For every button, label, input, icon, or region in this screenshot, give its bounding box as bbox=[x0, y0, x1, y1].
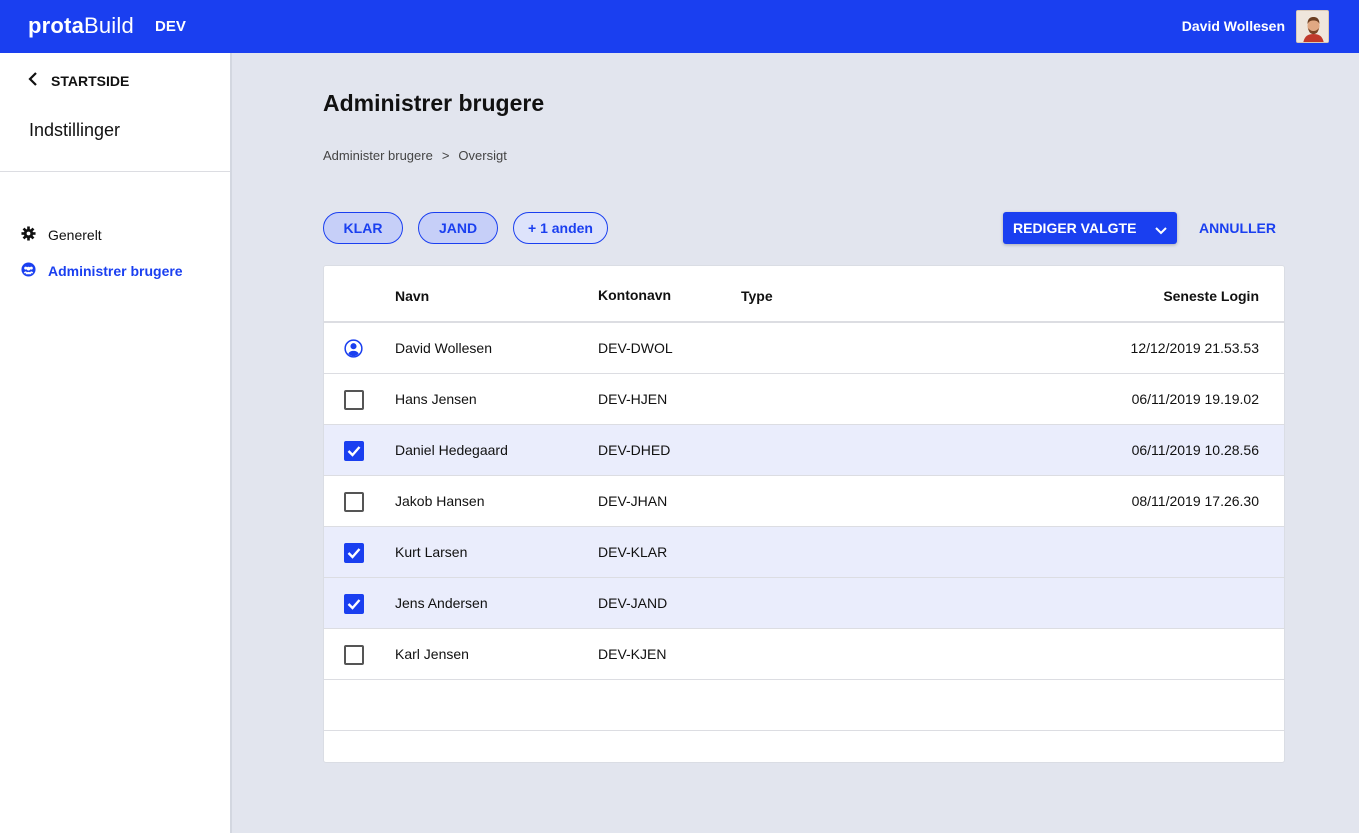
cell-account: DEV-DHED bbox=[598, 442, 671, 458]
table-row[interactable]: Kurt Larsen DEV-KLAR bbox=[324, 527, 1284, 578]
cell-account: DEV-HJEN bbox=[598, 391, 668, 407]
back-label: STARTSIDE bbox=[51, 72, 130, 89]
back-to-startside-link[interactable]: STARTSIDE bbox=[28, 72, 129, 89]
empty-table-row bbox=[324, 731, 1284, 762]
table-row[interactable]: Hans Jensen DEV-HJEN 06/11/2019 19.19.02 bbox=[324, 374, 1284, 425]
sidebar-item-generelt[interactable]: Generelt bbox=[21, 226, 102, 244]
cell-account: DEV-KLAR bbox=[598, 544, 668, 560]
breadcrumb-item-oversigt: Oversigt bbox=[458, 148, 507, 163]
sidebar-title: Indstillinger bbox=[29, 120, 121, 140]
edit-selected-label: REDIGER VALGTE bbox=[1013, 220, 1137, 236]
cancel-button[interactable]: ANNULLER bbox=[1199, 220, 1276, 236]
column-header-seneste-login[interactable]: Seneste Login bbox=[1163, 288, 1259, 304]
checkmark-icon bbox=[347, 599, 361, 610]
cell-last-login: 06/11/2019 19.19.02 bbox=[1131, 391, 1259, 407]
sidebar-divider bbox=[0, 171, 230, 172]
logo-bold-text: prota bbox=[28, 13, 84, 38]
chevron-down-icon bbox=[1155, 222, 1167, 238]
cell-last-login: 08/11/2019 17.26.30 bbox=[1131, 493, 1259, 509]
cell-name: Hans Jensen bbox=[395, 391, 477, 407]
table-header: Navn Kontonavn Type Seneste Login bbox=[324, 266, 1284, 323]
row-checkbox[interactable] bbox=[344, 441, 364, 461]
cell-name: Jens Andersen bbox=[395, 595, 488, 611]
sidebar: STARTSIDE Indstillinger Generelt Adminis… bbox=[0, 53, 232, 833]
edit-selected-button[interactable]: REDIGER VALGTE bbox=[1003, 212, 1177, 244]
filter-chip-jand[interactable]: JAND bbox=[418, 212, 498, 244]
cell-name: Karl Jensen bbox=[395, 646, 469, 662]
table-row[interactable]: Jakob Hansen DEV-JHAN 08/11/2019 17.26.3… bbox=[324, 476, 1284, 527]
user-name[interactable]: David Wollesen bbox=[1182, 18, 1285, 34]
row-checkbox[interactable] bbox=[344, 543, 364, 563]
row-checkbox[interactable] bbox=[344, 645, 364, 665]
filter-chip-more[interactable]: + 1 anden bbox=[513, 212, 608, 244]
checkmark-icon bbox=[347, 548, 361, 559]
cell-name: David Wollesen bbox=[395, 340, 493, 356]
filter-chip-klar[interactable]: KLAR bbox=[323, 212, 403, 244]
sidebar-item-label: Administrer brugere bbox=[48, 263, 183, 279]
avatar[interactable] bbox=[1296, 10, 1329, 43]
current-user-icon bbox=[344, 339, 363, 363]
sidebar-item-administrer-brugere[interactable]: Administrer brugere bbox=[21, 262, 183, 280]
cell-name: Kurt Larsen bbox=[395, 544, 468, 560]
row-checkbox[interactable] bbox=[344, 492, 364, 512]
breadcrumb: Administer brugere > Oversigt bbox=[323, 148, 507, 163]
chevron-left-icon bbox=[28, 72, 38, 89]
users-table: Navn Kontonavn Type Seneste Login David … bbox=[323, 265, 1285, 763]
environment-label: DEV bbox=[155, 18, 186, 35]
cell-account: DEV-JAND bbox=[598, 595, 668, 611]
row-checkbox[interactable] bbox=[344, 594, 364, 614]
sidebar-item-label: Generelt bbox=[48, 227, 102, 243]
cell-name: Daniel Hedegaard bbox=[395, 442, 508, 458]
table-row[interactable]: David Wollesen DEV-DWOL 12/12/2019 21.53… bbox=[324, 323, 1284, 374]
cell-last-login: 12/12/2019 21.53.53 bbox=[1130, 340, 1259, 356]
table-row[interactable]: Daniel Hedegaard DEV-DHED 06/11/2019 10.… bbox=[324, 425, 1284, 476]
logo-light-text: Build bbox=[84, 13, 134, 38]
column-header-type[interactable]: Type bbox=[741, 288, 773, 304]
top-bar: protaBuild DEV David Wollesen bbox=[0, 0, 1359, 53]
cell-account: DEV-DWOL bbox=[598, 340, 673, 356]
breadcrumb-separator: > bbox=[441, 148, 450, 163]
cell-last-login: 06/11/2019 10.28.56 bbox=[1131, 442, 1259, 458]
table-row[interactable]: Jens Andersen DEV-JAND bbox=[324, 578, 1284, 629]
table-row[interactable]: Karl Jensen DEV-KJEN bbox=[324, 629, 1284, 680]
users-icon bbox=[21, 262, 36, 280]
cell-account: DEV-KJEN bbox=[598, 646, 667, 662]
breadcrumb-item-administer-brugere[interactable]: Administer brugere bbox=[323, 148, 433, 163]
gear-icon bbox=[21, 226, 36, 244]
column-header-navn[interactable]: Navn bbox=[395, 288, 429, 304]
page-title: Administrer brugere bbox=[323, 90, 545, 116]
app-logo[interactable]: protaBuild bbox=[28, 12, 134, 40]
checkmark-icon bbox=[347, 446, 361, 457]
column-header-kontonavn[interactable]: Kontonavn bbox=[598, 287, 671, 303]
row-checkbox[interactable] bbox=[344, 390, 364, 410]
empty-table-row bbox=[324, 680, 1284, 731]
cell-name: Jakob Hansen bbox=[395, 493, 485, 509]
cell-account: DEV-JHAN bbox=[598, 493, 668, 509]
